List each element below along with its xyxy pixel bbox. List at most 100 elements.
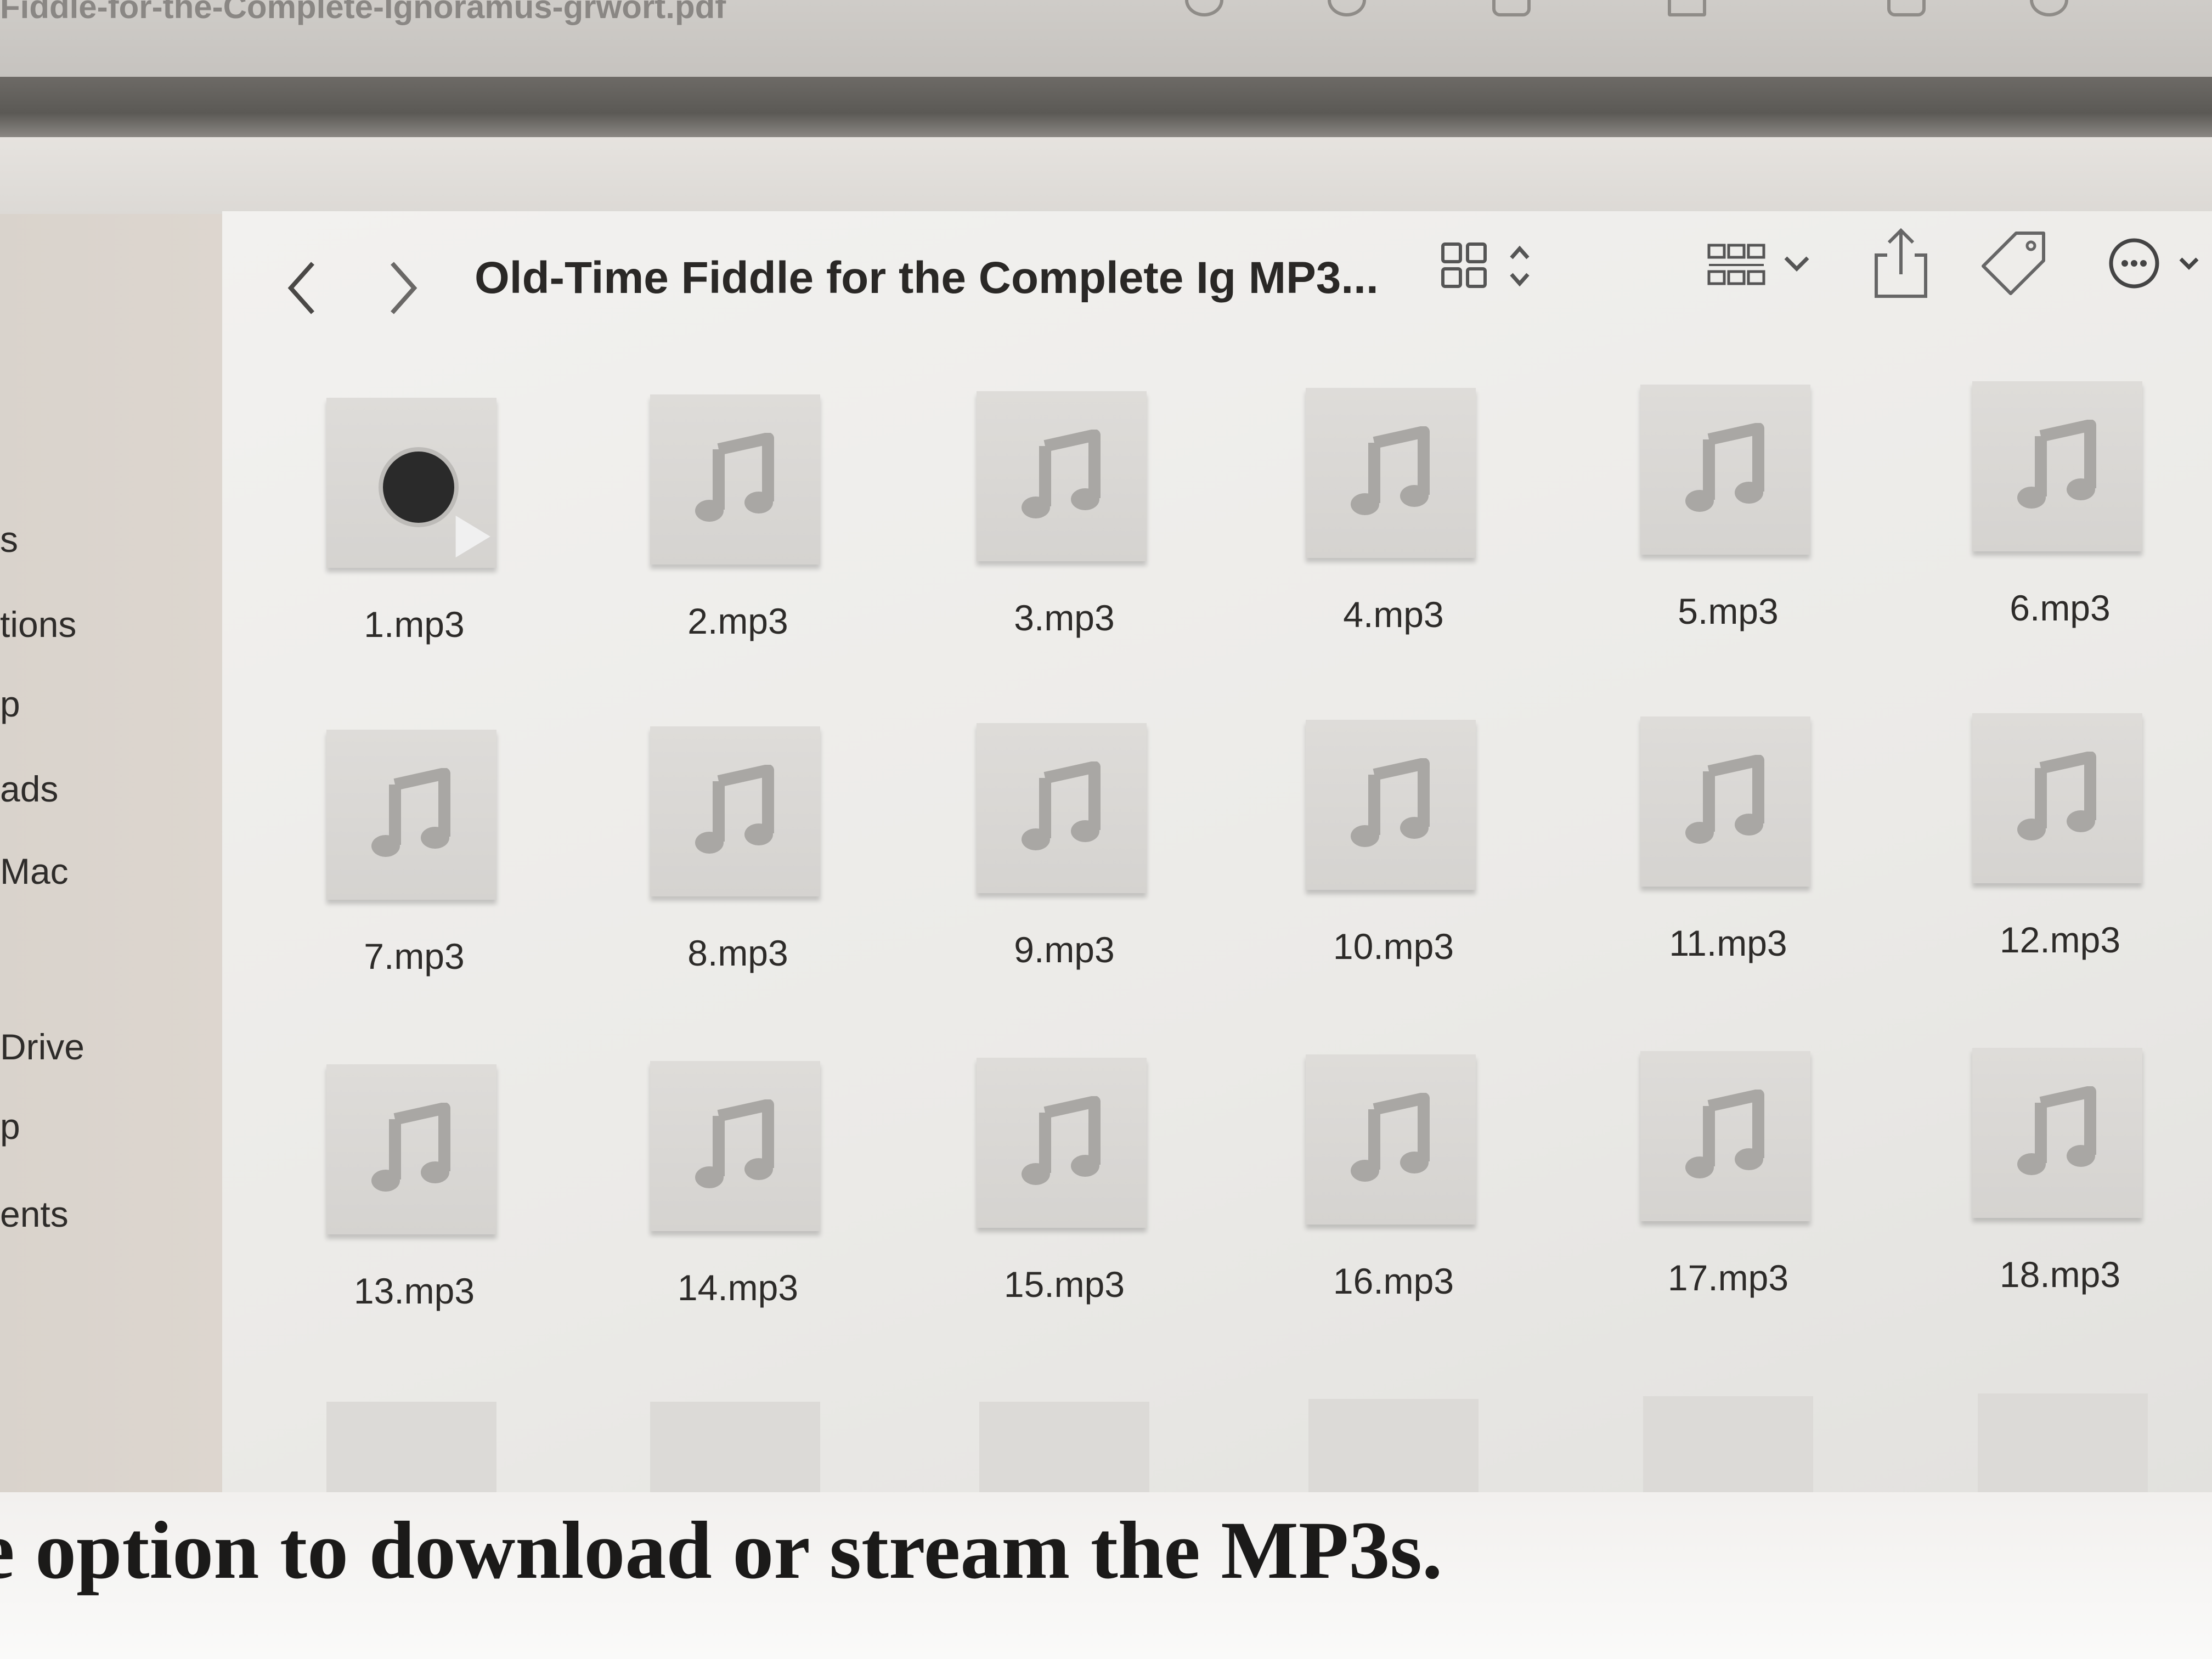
music-note-icon — [1022, 761, 1101, 850]
file-item[interactable]: 4.mp3 — [1295, 388, 1481, 635]
share-icon — [1875, 228, 1927, 298]
finder-window: Old-Time Fiddle for the Complete Ig MP3.… — [222, 211, 2212, 1498]
file-thumbnail[interactable] — [977, 723, 1147, 893]
file-item[interactable]: 13.mp3 — [315, 1064, 502, 1311]
zoom-in-icon[interactable] — [1328, 0, 1366, 16]
file-thumbnail[interactable] — [1640, 385, 1810, 555]
sidebar-item-desktop[interactable]: p — [0, 683, 20, 725]
file-thumbnail[interactable] — [1640, 1051, 1810, 1221]
file-item[interactable]: 16.mp3 — [1295, 1054, 1481, 1301]
music-note-icon — [695, 433, 774, 522]
file-item[interactable]: 11.mp3 — [1629, 716, 1816, 963]
file-name: 13.mp3 — [353, 1271, 475, 1311]
music-note-icon — [1022, 430, 1101, 518]
file-name: 15.mp3 — [1003, 1264, 1125, 1305]
file-thumbnail-partial[interactable] — [1308, 1399, 1479, 1498]
zoom-out-icon[interactable] — [1185, 0, 1223, 16]
file-thumbnail[interactable] — [1306, 1054, 1476, 1224]
music-note-icon — [371, 1103, 450, 1192]
file-name: 16.mp3 — [1333, 1261, 1454, 1301]
file-item[interactable]: 5.mp3 — [1629, 385, 1816, 631]
file-name: 1.mp3 — [364, 604, 465, 645]
file-thumbnail[interactable] — [650, 1061, 820, 1231]
chevron-right-icon — [391, 262, 417, 314]
file-name: 10.mp3 — [1333, 926, 1454, 967]
icon-view-icon — [1441, 242, 1530, 288]
share-doc-icon[interactable] — [1887, 0, 1926, 16]
file-name: 3.mp3 — [1014, 597, 1115, 638]
file-name: 18.mp3 — [1999, 1254, 2121, 1295]
finder-sidebar: s tions p ads Mac Drive p ents — [0, 214, 222, 1498]
file-item[interactable]: 9.mp3 — [966, 723, 1152, 970]
file-thumbnail[interactable] — [1640, 716, 1810, 887]
window-divider — [0, 77, 2212, 137]
file-item[interactable]: 1.mp3 — [315, 398, 502, 645]
sidebar-item-downloads[interactable]: ads — [0, 768, 58, 810]
music-note-icon — [1351, 758, 1430, 847]
forward-button[interactable] — [381, 250, 425, 326]
file-item[interactable]: 14.mp3 — [639, 1061, 826, 1308]
file-thumbnail-partial[interactable] — [326, 1402, 496, 1498]
file-thumbnail[interactable] — [1972, 713, 2142, 883]
file-name: 8.mp3 — [687, 933, 788, 973]
file-thumbnail-partial[interactable] — [979, 1402, 1149, 1498]
pdf-viewer-toolbar: Fiddle-for-the-Complete-Ignoramus-grwort… — [0, 0, 2212, 77]
file-item[interactable]: 18.mp3 — [1961, 1048, 2148, 1295]
file-thumbnail[interactable] — [326, 1064, 496, 1234]
file-thumbnail[interactable] — [977, 391, 1147, 561]
sidebar-item-icloud-drive[interactable]: Drive — [0, 1026, 84, 1068]
music-note-icon — [2017, 1086, 2096, 1175]
music-note-icon — [695, 765, 774, 854]
file-item[interactable]: 8.mp3 — [639, 726, 826, 973]
file-thumbnail-partial[interactable] — [1978, 1393, 2148, 1498]
music-note-icon — [1351, 1093, 1430, 1182]
sidebar-item-desktop-2[interactable]: p — [0, 1105, 20, 1147]
pdf-body-text: e option to download or stream the MP3s. — [0, 1505, 1443, 1596]
file-thumbnail-partial[interactable] — [1643, 1396, 1813, 1498]
file-thumbnail[interactable] — [650, 394, 820, 565]
music-note-icon — [695, 1099, 774, 1188]
back-button[interactable] — [280, 250, 324, 326]
sidebar-item-mac[interactable]: Mac — [0, 850, 69, 892]
sidebar-item[interactable]: s — [0, 518, 18, 560]
file-thumbnail-partial[interactable] — [650, 1402, 820, 1498]
play-button-icon[interactable] — [379, 447, 490, 558]
file-name: 11.mp3 — [1669, 923, 1787, 963]
icon-view-button[interactable] — [1440, 233, 1550, 304]
file-thumbnail[interactable] — [650, 726, 820, 896]
file-thumbnail[interactable] — [326, 398, 496, 568]
file-item[interactable]: 6.mp3 — [1961, 381, 2148, 628]
search-doc-icon[interactable] — [2030, 0, 2068, 16]
file-item[interactable]: 2.mp3 — [639, 394, 826, 641]
pdf-file-title: Fiddle-for-the-Complete-Ignoramus-grwort… — [0, 0, 726, 25]
window-title: Old-Time Fiddle for the Complete Ig MP3.… — [475, 253, 1379, 303]
sidebar-item-applications[interactable]: tions — [0, 603, 76, 645]
markup-icon[interactable] — [1668, 0, 1706, 16]
file-name: 12.mp3 — [1999, 919, 2121, 960]
music-note-icon — [1685, 423, 1764, 512]
sidebar-toggle-icon[interactable] — [1492, 0, 1531, 16]
tag-button[interactable] — [1978, 228, 2049, 299]
file-item[interactable]: 17.mp3 — [1629, 1051, 1816, 1298]
file-thumbnail[interactable] — [1972, 381, 2142, 551]
file-thumbnail[interactable] — [1972, 1048, 2142, 1218]
music-note-icon — [1022, 1096, 1101, 1185]
finder-titlebar — [0, 137, 2212, 214]
file-item[interactable]: 7.mp3 — [315, 730, 502, 977]
sidebar-item-documents[interactable]: ents — [0, 1193, 69, 1235]
more-actions-button[interactable] — [2104, 230, 2212, 296]
file-item[interactable]: 15.mp3 — [966, 1058, 1152, 1305]
file-thumbnail[interactable] — [1306, 388, 1476, 558]
share-button[interactable] — [1868, 222, 1934, 304]
file-thumbnail[interactable] — [326, 730, 496, 900]
file-thumbnail[interactable] — [1306, 720, 1476, 890]
file-name: 5.mp3 — [1678, 591, 1779, 631]
file-item[interactable]: 12.mp3 — [1961, 713, 2148, 960]
file-item[interactable]: 10.mp3 — [1295, 720, 1481, 967]
tag-icon — [1982, 232, 2045, 295]
file-item[interactable]: 3.mp3 — [966, 391, 1152, 638]
group-by-button[interactable] — [1703, 233, 1824, 299]
file-thumbnail[interactable] — [977, 1058, 1147, 1228]
file-name: 17.mp3 — [1667, 1257, 1789, 1298]
music-note-icon — [371, 768, 450, 857]
